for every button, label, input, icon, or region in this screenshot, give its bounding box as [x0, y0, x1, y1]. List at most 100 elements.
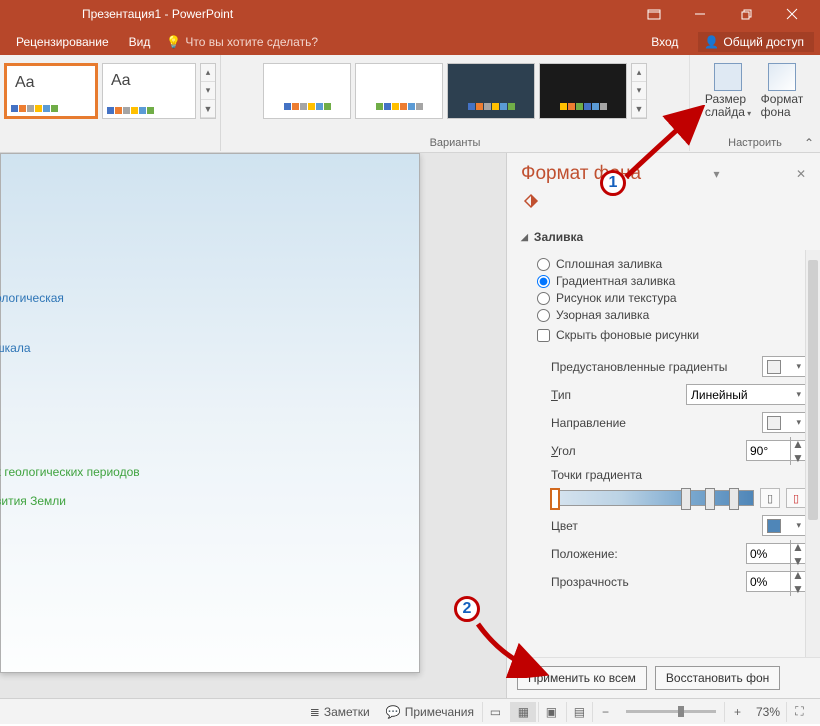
fill-section-label: Заливка [534, 230, 583, 244]
ribbon-display-options[interactable] [632, 3, 676, 25]
gradient-track[interactable] [551, 490, 754, 506]
close-button[interactable] [770, 3, 814, 25]
scrollbar-thumb[interactable] [808, 260, 818, 520]
notes-button[interactable]: ≣Заметки [302, 705, 378, 719]
sign-in-link[interactable]: Вход [641, 31, 688, 53]
direction-row: Направление ▾ [551, 412, 806, 433]
panel-title: Формат фона [521, 163, 641, 185]
direction-dropdown[interactable]: ▾ [762, 412, 806, 433]
preset-gradients-dropdown[interactable]: ▾ [762, 356, 806, 377]
angle-row: Угол 90°▲▼ [551, 440, 806, 461]
theme-thumb[interactable]: Aa [102, 63, 196, 119]
tell-me-search[interactable]: 💡 Что вы хотите сделать? [166, 35, 318, 49]
comments-button[interactable]: 💬Примечания [378, 705, 482, 719]
transparency-spinner[interactable]: 0%▲▼ [746, 571, 806, 592]
radio-picture-fill[interactable]: Рисунок или текстура [537, 291, 806, 305]
color-dropdown[interactable]: ▾ [762, 515, 806, 536]
variant-thumb-3[interactable] [447, 63, 535, 119]
gradient-stop-2[interactable] [681, 488, 691, 510]
configure-label: Настроить [728, 137, 782, 149]
collapse-ribbon-icon[interactable]: ⌃ [804, 136, 814, 150]
titlebar: Презентация1 - PowerPoint [0, 0, 820, 28]
remove-stop-button[interactable]: ▯ [786, 488, 806, 508]
position-label: Положение: [551, 547, 618, 561]
preset-gradients-row: Предустановленные градиенты ▾ [551, 356, 806, 377]
slide-subtitle[interactable]: х геологических периодоввития Земли [0, 454, 140, 512]
collapse-tri-icon: ◢ [521, 232, 528, 243]
sorter-view-button[interactable]: ▦ [510, 702, 536, 722]
format-bg-icon [768, 63, 796, 91]
workspace: ологическаяшкала х геологических периодо… [0, 153, 820, 698]
variant-thumb-1[interactable] [263, 63, 351, 119]
zoom-value[interactable]: 73% [750, 705, 786, 719]
add-stop-button[interactable]: ▯ [760, 488, 780, 508]
variant-thumb-2[interactable] [355, 63, 443, 119]
themes-more[interactable]: ▴▾▼ [200, 63, 216, 119]
theme-aa: Aa [111, 72, 131, 90]
variant-thumb-4[interactable] [539, 63, 627, 119]
theme-thumb-current[interactable]: Aa [4, 63, 98, 119]
maximize-button[interactable] [724, 3, 768, 25]
share-button[interactable]: 👤 Общий доступ [698, 32, 814, 52]
slide-editor[interactable]: ологическаяшкала х геологических периодо… [0, 153, 506, 698]
radio-pattern-fill[interactable]: Узорная заливка [537, 308, 806, 322]
position-spinner[interactable]: 0%▲▼ [746, 543, 806, 564]
angle-spinner[interactable]: 90°▲▼ [746, 440, 806, 461]
window-title: Презентация1 - PowerPoint [82, 7, 233, 21]
angle-label: Угол [551, 444, 576, 458]
type-row: Тип Линейный▾ [551, 384, 806, 405]
fill-section-header[interactable]: ◢ Заливка [507, 224, 820, 250]
minimize-button[interactable] [678, 3, 722, 25]
tab-view[interactable]: Вид [119, 31, 161, 53]
view-buttons: ▭ ▦ ▣ ▤ [482, 702, 592, 722]
comments-icon: 💬 [386, 705, 401, 719]
stops-label-row: Точки градиента [551, 468, 806, 482]
themes-group: Aa Aa ▴▾▼ [0, 55, 221, 151]
variants-group: ▴▾▼ Варианты [221, 55, 690, 151]
gradient-stops-slider[interactable]: ▯ ▯ [551, 488, 806, 508]
tell-me-placeholder: Что вы хотите сделать? [185, 35, 318, 49]
panel-scrollbar[interactable] [805, 250, 820, 657]
zoom-out-button[interactable]: − [592, 702, 618, 722]
gradient-stop-3[interactable] [705, 488, 715, 510]
type-label: Тип [551, 388, 571, 402]
radio-gradient-fill[interactable]: Градиентная заливка [537, 274, 806, 288]
color-label: Цвет [551, 519, 578, 533]
panel-menu-icon[interactable]: ▾ [709, 167, 723, 181]
normal-view-button[interactable]: ▭ [482, 702, 508, 722]
gradient-stop-1[interactable] [550, 488, 560, 510]
panel-close-icon[interactable]: ✕ [792, 167, 810, 181]
status-bar: ≣Заметки 💬Примечания ▭ ▦ ▣ ▤ − + 73% ⛶ [0, 698, 820, 724]
share-label: Общий доступ [723, 35, 804, 49]
theme-aa: Aa [15, 74, 35, 92]
variants-more[interactable]: ▴▾▼ [631, 63, 647, 119]
slide-title[interactable]: ологическаяшкала [0, 262, 64, 363]
fill-category-icon[interactable] [507, 189, 820, 224]
apply-to-all-button[interactable]: Применить ко всем [517, 666, 647, 690]
bulb-icon: 💡 [166, 35, 181, 49]
slideshow-button[interactable]: ▤ [566, 702, 592, 722]
tab-review[interactable]: Рецензирование [6, 31, 119, 53]
slide-size-button[interactable]: Размерслайда ▾ [701, 59, 755, 119]
format-background-button[interactable]: Форматфона [755, 59, 809, 119]
panel-buttons: Применить ко всем Восстановить фон [507, 657, 820, 698]
ribbon-tabs: Рецензирование Вид 💡 Что вы хотите сдела… [0, 28, 820, 55]
stops-label: Точки градиента [551, 468, 642, 482]
reading-view-button[interactable]: ▣ [538, 702, 564, 722]
slide[interactable]: ологическаяшкала х геологических периодо… [0, 153, 420, 673]
fit-window-button[interactable]: ⛶ [786, 702, 812, 722]
zoom-slider[interactable] [626, 710, 716, 713]
type-dropdown[interactable]: Линейный▾ [686, 384, 806, 405]
position-row: Положение: 0%▲▼ [551, 543, 806, 564]
transparency-row: Прозрачность 0%▲▼ [551, 571, 806, 592]
reset-background-button[interactable]: Восстановить фон [655, 666, 780, 690]
zoom-handle[interactable] [678, 706, 684, 717]
slide-size-icon [714, 63, 742, 91]
gradient-stop-4[interactable] [729, 488, 739, 510]
notes-icon: ≣ [310, 705, 320, 719]
check-hide-bg-graphics[interactable]: Скрыть фоновые рисунки [537, 328, 806, 342]
variants-label: Варианты [430, 137, 481, 149]
zoom-in-button[interactable]: + [724, 702, 750, 722]
radio-solid-fill[interactable]: Сплошная заливка [537, 257, 806, 271]
window-controls [632, 3, 814, 25]
